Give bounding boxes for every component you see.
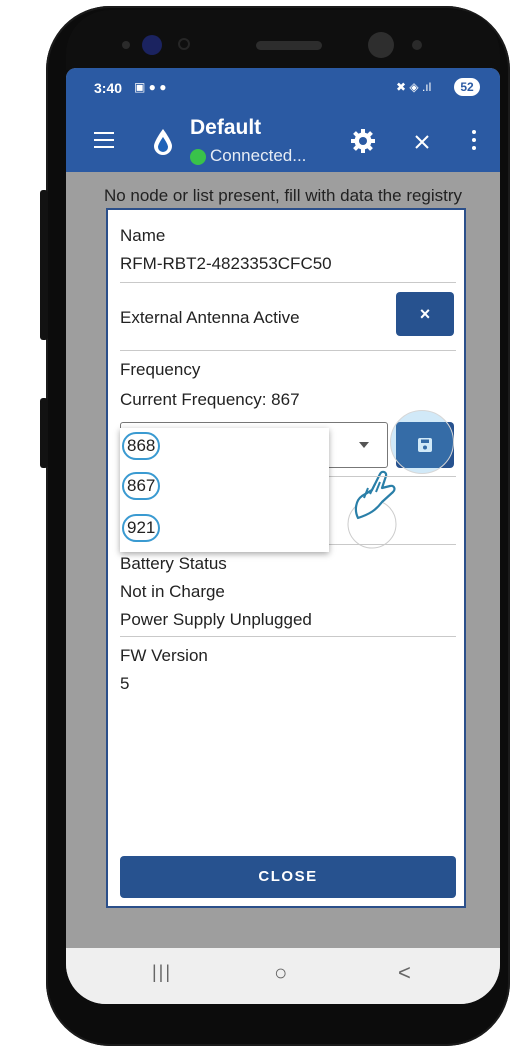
option-value: 867	[122, 472, 161, 500]
signal-icons: ✖ ◈ .ıl	[396, 80, 432, 94]
antenna-label: External Antenna Active	[120, 308, 300, 327]
frequency-label: Frequency	[120, 360, 201, 379]
back-icon[interactable]: <	[398, 960, 411, 986]
option-value: 921	[122, 514, 161, 542]
frequency-option[interactable]: 868	[122, 432, 161, 460]
connection-status: Connected...	[210, 146, 307, 165]
antenna-toggle-button[interactable]: ×	[396, 292, 454, 336]
recents-icon[interactable]: |||	[152, 962, 172, 983]
close-small-icon: ×	[419, 304, 431, 324]
sensor-icon	[412, 40, 422, 50]
phone-side-button	[40, 398, 48, 468]
phone-top-bezel	[66, 10, 500, 70]
node-info-dialog: Name RFM-RBT2-4823353CFC50 External Ante…	[106, 208, 466, 908]
notification-icons: ▣ ● ●	[134, 80, 167, 94]
navigation-bar: ||| ○ <	[66, 948, 500, 1004]
divider	[120, 636, 456, 637]
home-icon[interactable]: ○	[274, 960, 287, 986]
battery-icon: 52	[454, 78, 480, 96]
status-time: 3:40	[94, 80, 123, 96]
fw-version-label: FW Version	[120, 646, 208, 665]
phone-side-button	[40, 190, 48, 340]
sensor-icon	[122, 41, 130, 49]
frequency-dropdown-menu: 868 867 921	[120, 428, 329, 552]
hand-pointer-icon	[347, 470, 397, 549]
close-icon[interactable]	[414, 134, 430, 150]
app-title: Default	[190, 116, 262, 139]
close-button[interactable]: CLOSE	[120, 856, 456, 898]
phone-screen: 3:40 ▣ ● ● ✖ ◈ .ıl 52 Default Connected.…	[66, 68, 500, 1004]
status-bar: 3:40 ▣ ● ● ✖ ◈ .ıl 52	[66, 68, 500, 106]
more-options-icon[interactable]	[472, 130, 476, 150]
chevron-down-icon	[359, 442, 369, 448]
power-supply-status: Power Supply Unplugged	[120, 610, 312, 629]
water-drop-icon	[154, 129, 172, 155]
speaker-icon	[256, 41, 322, 50]
camera-icon	[142, 35, 162, 55]
close-button-label: CLOSE	[258, 868, 318, 885]
menu-icon[interactable]	[94, 132, 114, 148]
app-bar: Default Connected...	[66, 106, 500, 172]
divider	[120, 282, 456, 283]
battery-charge-status: Not in Charge	[120, 582, 225, 601]
option-value: 868	[122, 432, 161, 460]
connected-dot-icon	[190, 149, 206, 165]
battery-status-label: Battery Status	[120, 554, 227, 573]
settings-gear-icon[interactable]	[350, 128, 376, 154]
frequency-option[interactable]: 921	[122, 514, 161, 542]
name-value: RFM-RBT2-4823353CFC50	[120, 254, 332, 273]
name-label: Name	[120, 226, 166, 245]
current-frequency: Current Frequency: 867	[120, 390, 300, 409]
camera-icon	[368, 32, 394, 58]
sensor-icon	[178, 38, 190, 50]
divider	[120, 350, 456, 351]
fw-version-value: 5	[120, 674, 130, 693]
empty-registry-message: No node or list present, fill with data …	[103, 186, 463, 205]
frequency-option[interactable]: 867	[122, 472, 161, 500]
